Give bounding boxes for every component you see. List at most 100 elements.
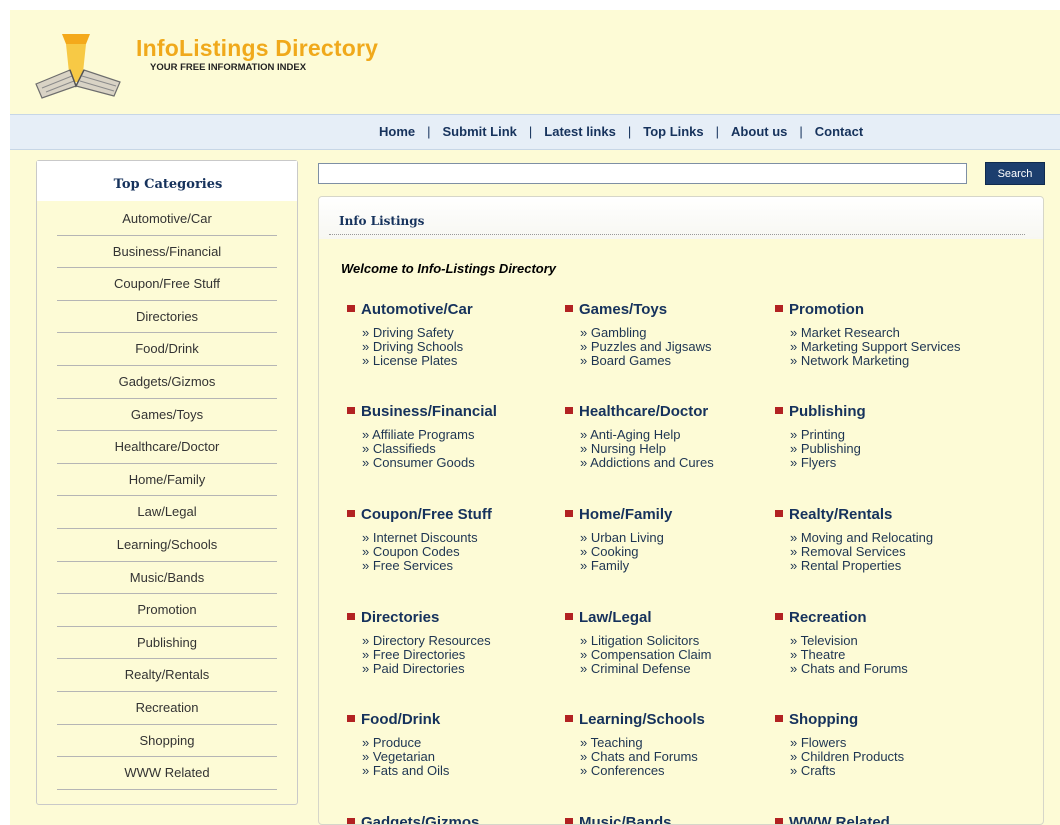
subcategory-link[interactable]: » Affiliate Programs [362, 428, 557, 442]
category-block: Recreation » Television» Theatre» Chats a… [775, 609, 985, 676]
subcategory-link[interactable]: » Flyers [790, 456, 985, 470]
subcategory-link[interactable]: » Nursing Help [580, 442, 775, 456]
category-title-link[interactable]: Publishing [775, 403, 985, 420]
category-title-text: Healthcare/Doctor [579, 403, 709, 420]
sidebar-item-law[interactable]: Law/Legal [57, 496, 277, 529]
subcategory-link[interactable]: » Addictions and Cures [580, 456, 775, 470]
subcategory-link[interactable]: » Litigation Solicitors [580, 634, 775, 648]
sidebar-item-healthcare[interactable]: Healthcare/Doctor [57, 431, 277, 464]
subcategory-link[interactable]: » Driving Safety [362, 326, 557, 340]
subcategory-link[interactable]: » Conferences [580, 764, 775, 778]
subcategory-link[interactable]: » Urban Living [580, 531, 775, 545]
category-title-link[interactable]: Shopping [775, 711, 985, 728]
subcategory-link[interactable]: » Moving and Relocating [790, 531, 985, 545]
subcategory-link[interactable]: » Network Marketing [790, 354, 985, 368]
subcategory-link[interactable]: » Market Research [790, 326, 985, 340]
sidebar-item-music[interactable]: Music/Bands [57, 562, 277, 595]
sidebar-item-coupon[interactable]: Coupon/Free Stuff [57, 268, 277, 301]
square-bullet-icon [775, 509, 783, 517]
subcategory-link[interactable]: » License Plates [362, 354, 557, 368]
sidebar-item-gadgets[interactable]: Gadgets/Gizmos [57, 366, 277, 399]
sidebar-item-www[interactable]: WWW Related [57, 757, 277, 790]
search-button[interactable]: Search [985, 162, 1045, 185]
category-title-link[interactable]: Healthcare/Doctor [565, 403, 775, 420]
category-title-link[interactable]: Law/Legal [565, 609, 775, 626]
open-book-lamp-icon[interactable] [32, 26, 132, 102]
subcategory-list: » Directory Resources» Free Directories»… [347, 634, 557, 676]
sidebar-item-recreation[interactable]: Recreation [57, 692, 277, 725]
sidebar-item-learning[interactable]: Learning/Schools [57, 529, 277, 562]
category-title-link[interactable]: Food/Drink [347, 711, 557, 728]
sidebar-item-home[interactable]: Home/Family [57, 464, 277, 497]
sidebar-item-automotive[interactable]: Automotive/Car [57, 203, 277, 236]
panel-divider [329, 234, 1025, 235]
subcategory-link[interactable]: » Board Games [580, 354, 775, 368]
search-input[interactable] [318, 163, 967, 184]
nav-submit-link[interactable]: Submit Link [443, 124, 517, 139]
subcategory-link[interactable]: » Internet Discounts [362, 531, 557, 545]
subcategory-link[interactable]: » Produce [362, 736, 557, 750]
subcategory-link[interactable]: » Teaching [580, 736, 775, 750]
subcategory-link[interactable]: » Children Products [790, 750, 985, 764]
subcategory-link[interactable]: » Marketing Support Services [790, 340, 985, 354]
sidebar-item-promotion[interactable]: Promotion [57, 594, 277, 627]
category-title-text: Recreation [789, 609, 867, 626]
subcategory-link[interactable]: » Compensation Claim [580, 648, 775, 662]
category-title-link[interactable]: Gadgets/Gizmos [347, 814, 557, 824]
subcategory-link[interactable]: » Chats and Forums [790, 662, 985, 676]
nav-top-links[interactable]: Top Links [643, 124, 703, 139]
site-title[interactable]: InfoListings Directory [136, 35, 378, 62]
subcategory-link[interactable]: » Free Services [362, 559, 557, 573]
nav-home-link[interactable]: Home [379, 124, 415, 139]
subcategory-link[interactable]: » Consumer Goods [362, 456, 557, 470]
subcategory-link[interactable]: » Free Directories [362, 648, 557, 662]
subcategory-link[interactable]: » Television [790, 634, 985, 648]
subcategory-link[interactable]: » Criminal Defense [580, 662, 775, 676]
sidebar-item-food[interactable]: Food/Drink [57, 333, 277, 366]
sidebar-item-shopping[interactable]: Shopping [57, 725, 277, 758]
subcategory-link[interactable]: » Printing [790, 428, 985, 442]
category-block: Shopping » Flowers» Children Products» Cr… [775, 711, 985, 778]
sidebar-item-directories[interactable]: Directories [57, 301, 277, 334]
subcategory-link[interactable]: » Cooking [580, 545, 775, 559]
subcategory-link[interactable]: » Anti-Aging Help [580, 428, 775, 442]
subcategory-link[interactable]: » Paid Directories [362, 662, 557, 676]
category-title-link[interactable]: Recreation [775, 609, 985, 626]
category-title-link[interactable]: Coupon/Free Stuff [347, 506, 557, 523]
sidebar-item-publishing[interactable]: Publishing [57, 627, 277, 660]
subcategory-link[interactable]: » Chats and Forums [580, 750, 775, 764]
sidebar-item-games[interactable]: Games/Toys [57, 399, 277, 432]
subcategory-link[interactable]: » Vegetarian [362, 750, 557, 764]
nav-contact-link[interactable]: Contact [815, 124, 863, 139]
subcategory-link[interactable]: » Gambling [580, 326, 775, 340]
subcategory-link[interactable]: » Flowers [790, 736, 985, 750]
category-title-link[interactable]: Games/Toys [565, 301, 775, 318]
subcategory-link[interactable]: » Classifieds [362, 442, 557, 456]
sidebar-item-realty[interactable]: Realty/Rentals [57, 659, 277, 692]
subcategory-link[interactable]: » Coupon Codes [362, 545, 557, 559]
category-title-link[interactable]: Directories [347, 609, 557, 626]
category-title-link[interactable]: Home/Family [565, 506, 775, 523]
subcategory-link[interactable]: » Family [580, 559, 775, 573]
subcategory-link[interactable]: » Crafts [790, 764, 985, 778]
category-title-link[interactable]: Business/Financial [347, 403, 557, 420]
sidebar-item-business[interactable]: Business/Financial [57, 236, 277, 269]
nav-latest-links[interactable]: Latest links [544, 124, 616, 139]
subcategory-link[interactable]: » Puzzles and Jigsaws [580, 340, 775, 354]
category-title-link[interactable]: Learning/Schools [565, 711, 775, 728]
category-title-link[interactable]: Realty/Rentals [775, 506, 985, 523]
category-title-link[interactable]: Automotive/Car [347, 301, 557, 318]
subcategory-link[interactable]: » Removal Services [790, 545, 985, 559]
category-block: Coupon/Free Stuff » Internet Discounts» C… [347, 506, 557, 573]
subcategory-link[interactable]: » Directory Resources [362, 634, 557, 648]
subcategory-link[interactable]: » Fats and Oils [362, 764, 557, 778]
category-title-link[interactable]: WWW Related [775, 814, 985, 824]
category-title-link[interactable]: Music/Bands [565, 814, 775, 824]
subcategory-link[interactable]: » Publishing [790, 442, 985, 456]
subcategory-link[interactable]: » Rental Properties [790, 559, 985, 573]
category-title-link[interactable]: Promotion [775, 301, 985, 318]
category-block: Learning/Schools » Teaching» Chats and Fo… [565, 711, 775, 778]
subcategory-link[interactable]: » Driving Schools [362, 340, 557, 354]
nav-about-link[interactable]: About us [731, 124, 787, 139]
subcategory-link[interactable]: » Theatre [790, 648, 985, 662]
